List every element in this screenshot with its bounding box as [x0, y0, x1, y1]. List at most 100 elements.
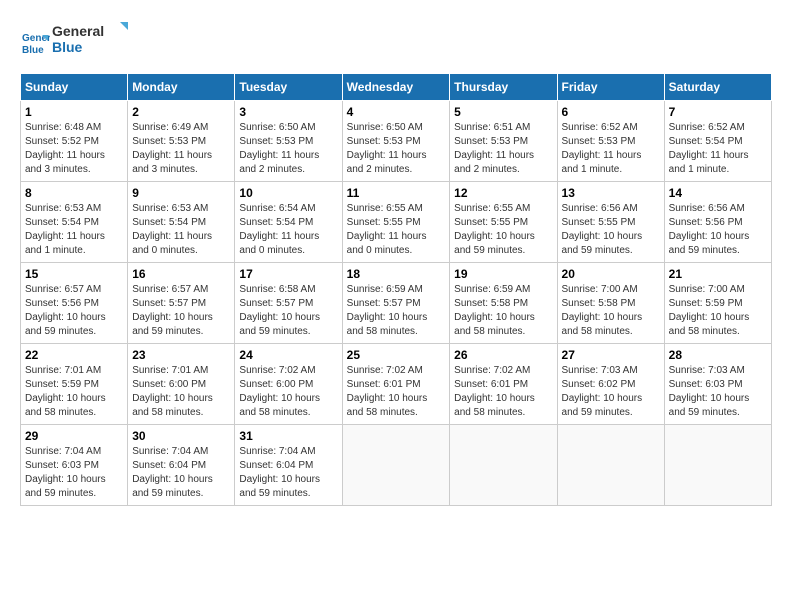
day-number: 26: [454, 348, 552, 362]
day-number: 31: [239, 429, 337, 443]
calendar-cell: 5Sunrise: 6:51 AMSunset: 5:53 PMDaylight…: [450, 101, 557, 182]
day-info: Sunrise: 6:58 AMSunset: 5:57 PMDaylight:…: [239, 283, 337, 339]
calendar-cell: [664, 425, 771, 506]
calendar-cell: 17 Sunrise: 6:58 AMSunset: 5:57 PMDayligh…: [235, 263, 342, 344]
weekday-header: Sunday: [21, 74, 128, 101]
svg-text:General: General: [52, 23, 104, 39]
day-number: 18: [347, 267, 446, 281]
calendar-cell: 3 Sunrise: 6:50 AMSunset: 5:53 PMDaylight…: [235, 101, 342, 182]
day-number: 28: [669, 348, 767, 362]
day-number: 2: [132, 105, 230, 119]
day-info: Sunrise: 7:03 AMSunset: 6:03 PMDaylight:…: [669, 364, 767, 420]
day-number: 3: [239, 105, 337, 119]
day-info: Sunrise: 6:50 AMSunset: 5:53 PMDaylight:…: [239, 121, 337, 177]
day-info: Sunrise: 7:02 AMSunset: 6:01 PMDaylight:…: [347, 364, 446, 420]
day-info: Sunrise: 6:53 AMSunset: 5:54 PMDaylight:…: [132, 202, 230, 258]
weekday-header: Monday: [128, 74, 235, 101]
calendar-cell: 31 Sunrise: 7:04 AMSunset: 6:04 PMDayligh…: [235, 425, 342, 506]
day-number: 11: [347, 186, 446, 200]
logo-icon: General Blue: [20, 27, 50, 57]
day-number: 30: [132, 429, 230, 443]
day-info: Sunrise: 6:55 AMSunset: 5:55 PMDaylight:…: [347, 202, 446, 258]
day-number: 24: [239, 348, 337, 362]
calendar-cell: 14Sunrise: 6:56 AMSunset: 5:56 PMDayligh…: [664, 182, 771, 263]
calendar-week-row: 8 Sunrise: 6:53 AMSunset: 5:54 PMDaylight…: [21, 182, 772, 263]
calendar-cell: 19 Sunrise: 6:59 AMSunset: 5:58 PMDayligh…: [450, 263, 557, 344]
day-number: 29: [25, 429, 123, 443]
day-number: 19: [454, 267, 552, 281]
day-number: 17: [239, 267, 337, 281]
calendar-cell: 28 Sunrise: 7:03 AMSunset: 6:03 PMDayligh…: [664, 344, 771, 425]
day-info: Sunrise: 6:53 AMSunset: 5:54 PMDaylight:…: [25, 202, 123, 258]
day-info: Sunrise: 6:59 AMSunset: 5:57 PMDaylight:…: [347, 283, 446, 339]
day-info: Sunrise: 6:51 AMSunset: 5:53 PMDaylight:…: [454, 121, 552, 177]
calendar-cell: 11 Sunrise: 6:55 AMSunset: 5:55 PMDayligh…: [342, 182, 450, 263]
day-number: 27: [562, 348, 660, 362]
day-number: 21: [669, 267, 767, 281]
day-info: Sunrise: 7:00 AMSunset: 5:58 PMDaylight:…: [562, 283, 660, 339]
day-number: 8: [25, 186, 123, 200]
calendar-cell: 20 Sunrise: 7:00 AMSunset: 5:58 PMDayligh…: [557, 263, 664, 344]
calendar-cell: 13 Sunrise: 6:56 AMSunset: 5:55 PMDayligh…: [557, 182, 664, 263]
calendar-cell: 22Sunrise: 7:01 AMSunset: 5:59 PMDayligh…: [21, 344, 128, 425]
calendar-table: SundayMondayTuesdayWednesdayThursdayFrid…: [20, 73, 772, 506]
weekday-header: Saturday: [664, 74, 771, 101]
day-info: Sunrise: 6:56 AMSunset: 5:55 PMDaylight:…: [562, 202, 660, 258]
page-header: General Blue General Blue: [20, 20, 772, 63]
logo: General Blue General Blue: [20, 20, 132, 63]
day-number: 20: [562, 267, 660, 281]
calendar-cell: 15 Sunrise: 6:57 AMSunset: 5:56 PMDayligh…: [21, 263, 128, 344]
day-info: Sunrise: 6:52 AMSunset: 5:53 PMDaylight:…: [562, 121, 660, 177]
day-info: Sunrise: 7:04 AMSunset: 6:04 PMDaylight:…: [132, 445, 230, 501]
day-number: 15: [25, 267, 123, 281]
calendar-week-row: 29 Sunrise: 7:04 AMSunset: 6:03 PMDayligh…: [21, 425, 772, 506]
day-info: Sunrise: 6:54 AMSunset: 5:54 PMDaylight:…: [239, 202, 337, 258]
day-info: Sunrise: 6:49 AMSunset: 5:53 PMDaylight:…: [132, 121, 230, 177]
day-number: 22: [25, 348, 123, 362]
day-info: Sunrise: 7:01 AMSunset: 6:00 PMDaylight:…: [132, 364, 230, 420]
day-info: Sunrise: 6:52 AMSunset: 5:54 PMDaylight:…: [669, 121, 767, 177]
calendar-header-row: SundayMondayTuesdayWednesdayThursdayFrid…: [21, 74, 772, 101]
day-number: 16: [132, 267, 230, 281]
day-info: Sunrise: 6:57 AMSunset: 5:57 PMDaylight:…: [132, 283, 230, 339]
day-info: Sunrise: 7:03 AMSunset: 6:02 PMDaylight:…: [562, 364, 660, 420]
day-info: Sunrise: 7:04 AMSunset: 6:03 PMDaylight:…: [25, 445, 123, 501]
day-info: Sunrise: 6:55 AMSunset: 5:55 PMDaylight:…: [454, 202, 552, 258]
day-number: 4: [347, 105, 446, 119]
calendar-cell: 23Sunrise: 7:01 AMSunset: 6:00 PMDayligh…: [128, 344, 235, 425]
weekday-header: Friday: [557, 74, 664, 101]
day-number: 9: [132, 186, 230, 200]
calendar-cell: [557, 425, 664, 506]
calendar-cell: 18 Sunrise: 6:59 AMSunset: 5:57 PMDayligh…: [342, 263, 450, 344]
logo-svg: General Blue: [52, 20, 132, 58]
calendar-cell: 1 Sunrise: 6:48 AMSunset: 5:52 PMDaylight…: [21, 101, 128, 182]
day-number: 6: [562, 105, 660, 119]
calendar-cell: 16 Sunrise: 6:57 AMSunset: 5:57 PMDayligh…: [128, 263, 235, 344]
calendar-cell: 10Sunrise: 6:54 AMSunset: 5:54 PMDayligh…: [235, 182, 342, 263]
calendar-cell: 7 Sunrise: 6:52 AMSunset: 5:54 PMDaylight…: [664, 101, 771, 182]
calendar-cell: 8 Sunrise: 6:53 AMSunset: 5:54 PMDaylight…: [21, 182, 128, 263]
day-info: Sunrise: 7:02 AMSunset: 6:01 PMDaylight:…: [454, 364, 552, 420]
calendar-cell: 29 Sunrise: 7:04 AMSunset: 6:03 PMDayligh…: [21, 425, 128, 506]
weekday-header: Wednesday: [342, 74, 450, 101]
calendar-cell: 12Sunrise: 6:55 AMSunset: 5:55 PMDayligh…: [450, 182, 557, 263]
day-info: Sunrise: 7:04 AMSunset: 6:04 PMDaylight:…: [239, 445, 337, 501]
day-number: 14: [669, 186, 767, 200]
day-number: 13: [562, 186, 660, 200]
day-info: Sunrise: 7:02 AMSunset: 6:00 PMDaylight:…: [239, 364, 337, 420]
calendar-cell: [342, 425, 450, 506]
weekday-header: Tuesday: [235, 74, 342, 101]
day-info: Sunrise: 6:48 AMSunset: 5:52 PMDaylight:…: [25, 121, 123, 177]
day-info: Sunrise: 6:59 AMSunset: 5:58 PMDaylight:…: [454, 283, 552, 339]
svg-text:Blue: Blue: [52, 39, 83, 55]
calendar-week-row: 1 Sunrise: 6:48 AMSunset: 5:52 PMDaylight…: [21, 101, 772, 182]
day-number: 1: [25, 105, 123, 119]
calendar-cell: 2 Sunrise: 6:49 AMSunset: 5:53 PMDaylight…: [128, 101, 235, 182]
calendar-cell: 25 Sunrise: 7:02 AMSunset: 6:01 PMDayligh…: [342, 344, 450, 425]
svg-text:Blue: Blue: [22, 45, 44, 56]
day-info: Sunrise: 6:57 AMSunset: 5:56 PMDaylight:…: [25, 283, 123, 339]
day-number: 7: [669, 105, 767, 119]
day-info: Sunrise: 7:00 AMSunset: 5:59 PMDaylight:…: [669, 283, 767, 339]
calendar-cell: 26 Sunrise: 7:02 AMSunset: 6:01 PMDayligh…: [450, 344, 557, 425]
day-number: 25: [347, 348, 446, 362]
